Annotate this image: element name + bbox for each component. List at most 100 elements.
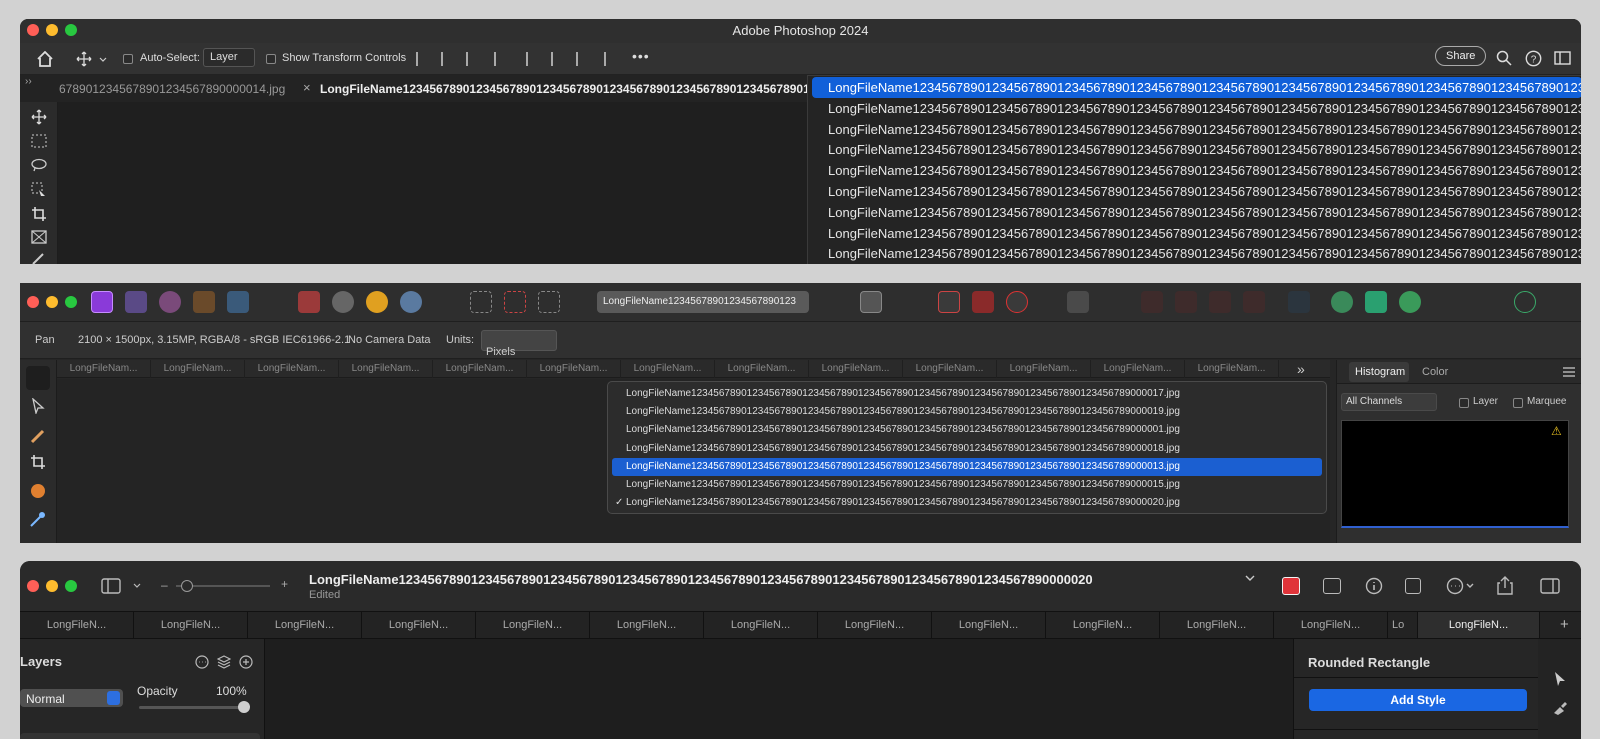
move-tool-icon[interactable]: [31, 398, 45, 414]
document-tab[interactable]: LongFileN...: [362, 612, 476, 638]
photo-persona-icon[interactable]: [91, 291, 113, 313]
close-window-button[interactable]: [27, 580, 39, 592]
zoom-out-button[interactable]: –: [161, 578, 168, 592]
align-top-icon[interactable]: [526, 52, 540, 66]
document-list-item[interactable]: LongFileName1234567890123456789012345678…: [808, 223, 1581, 244]
assistant-icon[interactable]: [972, 291, 994, 313]
marquee-select-icon[interactable]: [470, 291, 492, 313]
document-menu-item-highlighted[interactable]: LongFileName1234567890123456789012345678…: [612, 457, 1322, 476]
document-menu-item[interactable]: LongFileName1234567890123456789012345678…: [612, 476, 1322, 494]
adjust-icon[interactable]: [1323, 578, 1341, 594]
align-icon[interactable]: [1288, 291, 1310, 313]
share-button[interactable]: Share: [1435, 46, 1487, 66]
layer-checkbox[interactable]: [1459, 398, 1469, 408]
document-tab[interactable]: LongFileN...: [248, 612, 362, 638]
marquee-tool-icon[interactable]: [31, 134, 47, 148]
arrange-forward-icon[interactable]: [1141, 291, 1163, 313]
opacity-slider-track[interactable]: [139, 706, 247, 709]
flood-select-tool-icon[interactable]: [29, 510, 47, 528]
align-middle-icon[interactable]: [551, 52, 565, 66]
document-tab[interactable]: LongFileNam...: [903, 360, 997, 378]
paint-tool-icon[interactable]: [1552, 701, 1568, 715]
auto-white-balance-icon[interactable]: [400, 291, 422, 313]
document-tab[interactable]: LongFileN...: [1046, 612, 1160, 638]
layers-stack-icon[interactable]: [217, 655, 231, 669]
add-tab-button[interactable]: +: [1560, 616, 1569, 633]
document-list-item[interactable]: LongFileName1234567890123456789012345678…: [808, 202, 1581, 223]
move-tool-icon[interactable]: [31, 109, 47, 125]
document-tab[interactable]: 6789012345678901234567890000014.jpg: [59, 82, 299, 96]
tab-color[interactable]: Color: [1422, 366, 1448, 378]
more-options-icon[interactable]: •••: [632, 48, 650, 64]
align-right-icon[interactable]: [466, 52, 480, 66]
arrange-bottom-icon[interactable]: [1243, 291, 1265, 313]
auto-select-dropdown[interactable]: Layer: [203, 48, 255, 67]
document-tab[interactable]: LongFileNam...: [57, 360, 151, 378]
help-icon[interactable]: ?: [1525, 50, 1542, 67]
minimize-window-button[interactable]: [46, 580, 58, 592]
info-icon[interactable]: [1365, 577, 1383, 595]
object-select-tool-icon[interactable]: [31, 182, 47, 198]
inspector-toggle-icon[interactable]: [1540, 578, 1560, 594]
document-tab[interactable]: LongFileNam...: [1091, 360, 1185, 378]
document-tab[interactable]: LongFileNam...: [339, 360, 433, 378]
tab-overflow-button[interactable]: »: [1297, 360, 1305, 378]
add-style-button[interactable]: Add Style: [1309, 689, 1527, 711]
invert-selection-icon[interactable]: [538, 291, 560, 313]
assistant-robot-icon[interactable]: [1067, 291, 1089, 313]
distribute-icon[interactable]: [494, 52, 508, 66]
move-tool-icon[interactable]: [76, 51, 92, 67]
channels-select[interactable]: All Channels: [1341, 393, 1437, 411]
document-tab[interactable]: LongFileN...: [1274, 612, 1388, 638]
document-menu-item-checked[interactable]: ✓ LongFileName123456789012345678901234567…: [612, 494, 1322, 512]
color-picker-tool-icon[interactable]: [30, 426, 48, 444]
tone-mapping-persona-icon[interactable]: [193, 291, 215, 313]
title-dropdown-icon[interactable]: [1245, 574, 1255, 582]
document-tab[interactable]: LongFileNam...: [621, 360, 715, 378]
layer-options-icon[interactable]: [195, 655, 209, 669]
tab-histogram[interactable]: Histogram: [1355, 366, 1405, 378]
document-list-item[interactable]: LongFileName1234567890123456789012345678…: [808, 181, 1581, 202]
document-tab[interactable]: LongFileNam...: [527, 360, 621, 378]
document-list-item[interactable]: LongFileName1234567890123456789012345678…: [812, 77, 1581, 98]
document-tab-active[interactable]: LongFileN...: [1418, 612, 1540, 638]
eyedropper-tool-icon[interactable]: [31, 252, 47, 264]
zoom-window-button[interactable]: [65, 296, 77, 308]
crop-tool-icon[interactable]: [30, 454, 46, 470]
arrange-front-icon[interactable]: [1209, 291, 1231, 313]
tabs-collapse-icon[interactable]: ››: [25, 76, 32, 87]
document-tab[interactable]: LongFileN...: [590, 612, 704, 638]
snapping-icon[interactable]: [938, 291, 960, 313]
rotate-icon[interactable]: [1405, 578, 1421, 594]
show-transform-checkbox[interactable]: [266, 54, 276, 64]
more-actions-icon[interactable]: [1446, 577, 1476, 595]
export-persona-icon[interactable]: [227, 291, 249, 313]
hand-tool-icon[interactable]: [26, 366, 50, 390]
share-icon[interactable]: [1497, 576, 1513, 595]
layer-row[interactable]: [20, 733, 260, 739]
document-tab[interactable]: LongFileN...: [704, 612, 818, 638]
boolean-subtract-icon[interactable]: [1365, 291, 1387, 313]
document-list-item[interactable]: LongFileName1234567890123456789012345678…: [808, 160, 1581, 181]
search-icon[interactable]: [1496, 50, 1512, 66]
document-tab[interactable]: LongFileNam...: [997, 360, 1091, 378]
account-icon[interactable]: [1514, 291, 1536, 313]
align-bottom-icon[interactable]: [576, 52, 590, 66]
document-tab[interactable]: LongFileNam...: [151, 360, 245, 378]
document-tab[interactable]: LongFileN...: [818, 612, 932, 638]
boolean-intersect-icon[interactable]: [1399, 291, 1421, 313]
zoom-slider-thumb[interactable]: [181, 580, 193, 592]
document-tab[interactable]: LongFileNam...: [245, 360, 339, 378]
lasso-tool-icon[interactable]: [31, 158, 47, 172]
liquify-persona-icon[interactable]: [125, 291, 147, 313]
document-menu-item[interactable]: LongFileName1234567890123456789012345678…: [612, 440, 1322, 458]
close-tab-icon[interactable]: ×: [303, 80, 311, 95]
distribute-vertical-icon[interactable]: [604, 52, 618, 66]
units-select[interactable]: Pixels: [481, 330, 557, 358]
document-tab[interactable]: Lo: [1388, 612, 1418, 638]
add-layer-icon[interactable]: [239, 655, 253, 669]
document-tab[interactable]: LongFileNam...: [809, 360, 903, 378]
opacity-slider-thumb[interactable]: [238, 701, 250, 713]
document-tab[interactable]: LongFileN...: [20, 612, 134, 638]
document-tab[interactable]: LongFileN...: [134, 612, 248, 638]
